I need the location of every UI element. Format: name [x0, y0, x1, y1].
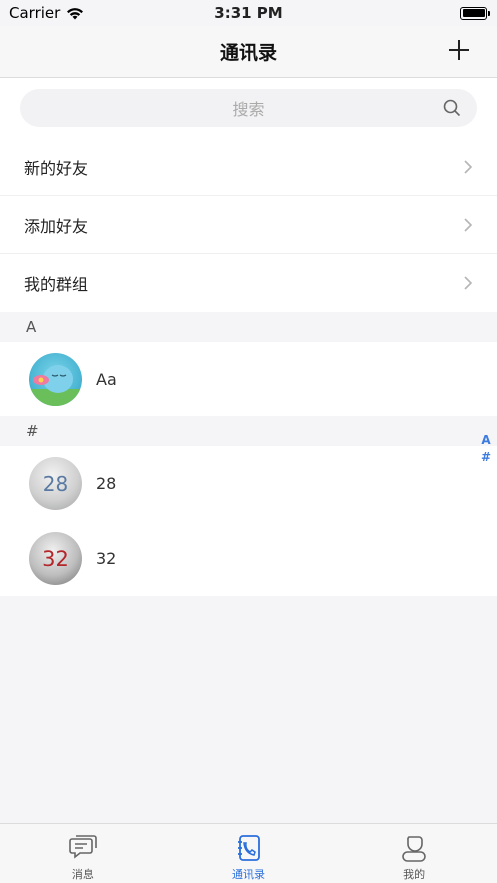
tab-contacts[interactable]: 通讯录 [166, 824, 332, 883]
search-placeholder: 搜索 [232, 100, 265, 119]
section-header-hash: # [0, 416, 497, 446]
contact-row[interactable]: 28 28 [0, 446, 497, 521]
carrier-label: Carrier [9, 4, 61, 22]
index-letter[interactable]: A [481, 432, 490, 449]
chevron-right-icon [464, 276, 473, 290]
menu-item-label: 我的群组 [24, 275, 89, 294]
search-input[interactable]: 搜索 [20, 89, 477, 127]
tab-label: 我的 [403, 868, 426, 881]
wifi-icon [67, 7, 84, 19]
avatar-cartoon-image [29, 365, 82, 406]
contact-name: 32 [96, 549, 117, 568]
menu-item-label: 新的好友 [24, 158, 89, 178]
chevron-right-icon [464, 159, 473, 174]
avatar [29, 353, 82, 406]
chat-bubble-icon [69, 835, 97, 859]
menu-item-label: 添加好友 [24, 216, 89, 236]
contact-name: Aa [96, 370, 117, 389]
contact-row[interactable]: 32 32 [0, 521, 497, 596]
status-bar: Carrier [0, 0, 497, 26]
contact-group-a: Aa [0, 342, 497, 417]
tab-messages[interactable]: 消息 [0, 824, 166, 883]
section-header-a: A [0, 312, 497, 342]
tab-label: 消息 [71, 868, 94, 881]
person-icon [402, 836, 426, 862]
chevron-right-icon [464, 217, 473, 232]
index-letter[interactable]: # [481, 449, 491, 466]
tab-label: 通讯录 [232, 868, 265, 881]
tab-me[interactable]: 我的 [331, 824, 497, 883]
navigation-bar: 通讯录 [0, 26, 497, 78]
contacts-menu: 新的好友 添加好友 我的群组 [0, 138, 497, 312]
avatar: 32 [29, 532, 82, 585]
contact-row[interactable]: Aa [0, 342, 497, 417]
contact-group-hash: 28 28 32 32 [0, 446, 497, 596]
tab-bar: 消息 通讯录 我的 [0, 823, 497, 883]
status-left: Carrier [9, 4, 84, 22]
search-section: 搜索 [0, 78, 497, 138]
page-title: 通讯录 [219, 42, 277, 64]
alphabet-index-bar[interactable]: A # [479, 432, 493, 466]
avatar: 28 [29, 457, 82, 510]
menu-item-my-groups[interactable]: 我的群组 [0, 254, 497, 312]
battery-icon [460, 6, 490, 20]
menu-item-add-friend[interactable]: 添加好友 [0, 196, 497, 254]
contact-name: 28 [96, 474, 117, 493]
add-button[interactable] [447, 38, 471, 62]
contacts-book-icon [237, 835, 260, 861]
search-icon [443, 99, 461, 117]
menu-item-new-friends[interactable]: 新的好友 [0, 138, 497, 196]
